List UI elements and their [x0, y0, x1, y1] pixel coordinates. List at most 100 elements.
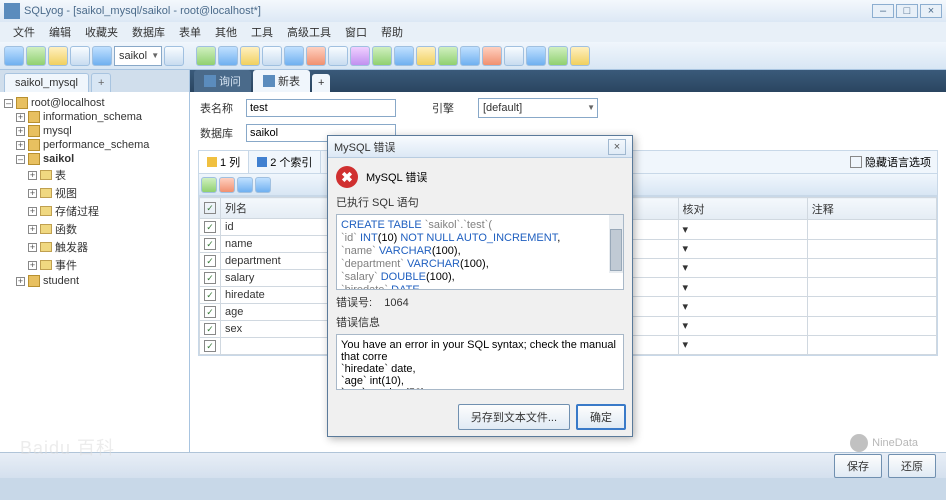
tree-folder[interactable]: 表 — [55, 167, 66, 183]
menu-table[interactable]: 表单 — [172, 22, 208, 42]
expand-icon[interactable]: + — [28, 207, 37, 216]
hide-lang-checkbox[interactable] — [850, 156, 862, 168]
expand-icon[interactable]: + — [28, 225, 37, 234]
menu-help[interactable]: 帮助 — [374, 22, 410, 42]
sql-textbox[interactable]: CREATE TABLE `saikol`.`test`( `id` INT(1… — [336, 214, 624, 290]
tab-query[interactable]: 询问 — [194, 70, 251, 92]
tree-db[interactable]: mysql — [43, 125, 72, 137]
cell-name[interactable]: hiredate — [221, 287, 330, 304]
cell-collate[interactable]: ▾ — [678, 239, 807, 258]
tree-folder[interactable]: 事件 — [55, 257, 77, 273]
minimize-button[interactable]: – — [872, 4, 894, 18]
up-row-icon[interactable] — [237, 177, 253, 193]
cell-collate[interactable]: ▾ — [678, 316, 807, 335]
tool-new-icon[interactable] — [4, 46, 24, 66]
tool-a-icon[interactable] — [196, 46, 216, 66]
cell-collate[interactable]: ▾ — [678, 297, 807, 316]
menu-advtools[interactable]: 高级工具 — [280, 22, 338, 42]
col-collate-header[interactable]: 核对 — [678, 198, 807, 220]
checkall[interactable]: ✓ — [204, 202, 216, 214]
tree-db[interactable]: student — [43, 275, 79, 287]
cell-comment[interactable] — [807, 278, 936, 297]
tool-c-icon[interactable] — [240, 46, 260, 66]
row-check[interactable]: ✓ — [204, 340, 216, 352]
expand-icon[interactable]: + — [16, 113, 25, 122]
tool-o-icon[interactable] — [504, 46, 524, 66]
maximize-button[interactable]: □ — [896, 4, 918, 18]
tool-b-icon[interactable] — [218, 46, 238, 66]
row-check[interactable]: ✓ — [204, 255, 216, 267]
col-name-header[interactable]: 列名 — [221, 198, 330, 219]
expand-icon[interactable]: + — [28, 261, 37, 270]
tool-refresh-icon[interactable] — [70, 46, 90, 66]
expand-icon[interactable]: + — [16, 277, 25, 286]
tool-q-icon[interactable] — [548, 46, 568, 66]
tab-newtable[interactable]: 新表 — [253, 70, 310, 92]
gtab-columns[interactable]: 1 列 — [199, 151, 249, 173]
tree-db[interactable]: information_schema — [43, 111, 142, 123]
row-check[interactable]: ✓ — [204, 238, 216, 250]
menu-file[interactable]: 文件 — [6, 22, 42, 42]
del-row-icon[interactable] — [219, 177, 235, 193]
tool-schema-refresh-icon[interactable] — [164, 46, 184, 66]
ok-button[interactable]: 确定 — [576, 404, 626, 430]
cell-name[interactable]: sex — [221, 321, 330, 338]
expand-icon[interactable]: – — [4, 99, 13, 108]
tree-db-active[interactable]: saikol — [43, 153, 74, 165]
down-row-icon[interactable] — [255, 177, 271, 193]
tool-connect-icon[interactable] — [26, 46, 46, 66]
cell-name[interactable]: name — [221, 236, 330, 253]
cell-comment[interactable] — [807, 316, 936, 335]
scrollbar[interactable] — [609, 215, 623, 273]
tool-g-icon[interactable] — [328, 46, 348, 66]
cell-name[interactable]: salary — [221, 270, 330, 287]
cell-name[interactable]: age — [221, 304, 330, 321]
tool-m-icon[interactable] — [460, 46, 480, 66]
tree-root[interactable]: root@localhost — [31, 97, 105, 109]
dialog-titlebar[interactable]: MySQL 错误 × — [328, 136, 632, 158]
schema-combo[interactable]: saikol — [114, 46, 162, 66]
cell-comment[interactable] — [807, 220, 936, 239]
expand-icon[interactable]: + — [28, 189, 37, 198]
tool-k-icon[interactable] — [416, 46, 436, 66]
row-check[interactable]: ✓ — [204, 272, 216, 284]
cell-name[interactable]: id — [221, 219, 330, 236]
tool-f-icon[interactable] — [306, 46, 326, 66]
row-check[interactable]: ✓ — [204, 289, 216, 301]
tool-i-icon[interactable] — [372, 46, 392, 66]
expand-icon[interactable]: + — [16, 141, 25, 150]
menu-window[interactable]: 窗口 — [338, 22, 374, 42]
cell-name[interactable]: department — [221, 253, 330, 270]
object-tree[interactable]: – root@localhost + information_schema + mys… — [0, 92, 189, 460]
tool-e-icon[interactable] — [284, 46, 304, 66]
cell-comment[interactable] — [807, 258, 936, 277]
tool-p-icon[interactable] — [526, 46, 546, 66]
sidebar-tab-add[interactable]: + — [91, 73, 111, 92]
tool-n-icon[interactable] — [482, 46, 502, 66]
gtab-indexes[interactable]: 2 个索引 — [249, 151, 321, 173]
menu-db[interactable]: 数据库 — [125, 22, 172, 42]
sidebar-tab-conn[interactable]: saikol_mysql — [4, 73, 89, 92]
tool-r-icon[interactable] — [570, 46, 590, 66]
row-check[interactable]: ✓ — [204, 323, 216, 335]
dialog-close-icon[interactable]: × — [608, 139, 626, 155]
row-check[interactable]: ✓ — [204, 221, 216, 233]
cell-collate[interactable]: ▾ — [678, 258, 807, 277]
row-check[interactable]: ✓ — [204, 306, 216, 318]
menu-tools[interactable]: 工具 — [244, 22, 280, 42]
col-comment-header[interactable]: 注释 — [807, 198, 936, 220]
expand-icon[interactable]: + — [28, 171, 37, 180]
tool-h-icon[interactable] — [350, 46, 370, 66]
save-button[interactable]: 保存 — [834, 454, 882, 478]
tree-folder[interactable]: 触发器 — [55, 239, 88, 255]
expand-icon[interactable]: + — [16, 127, 25, 136]
cell-comment[interactable] — [807, 335, 936, 354]
cell-collate[interactable]: ▾ — [678, 278, 807, 297]
errinfo-textbox[interactable]: You have an error in your SQL syntax; ch… — [336, 334, 624, 390]
tool-j-icon[interactable] — [394, 46, 414, 66]
expand-icon[interactable]: + — [28, 243, 37, 252]
tree-folder[interactable]: 存储过程 — [55, 203, 99, 219]
input-tablename[interactable] — [246, 99, 396, 117]
save-to-file-button[interactable]: 另存到文本文件... — [458, 404, 570, 430]
tab-add[interactable]: + — [312, 74, 330, 92]
